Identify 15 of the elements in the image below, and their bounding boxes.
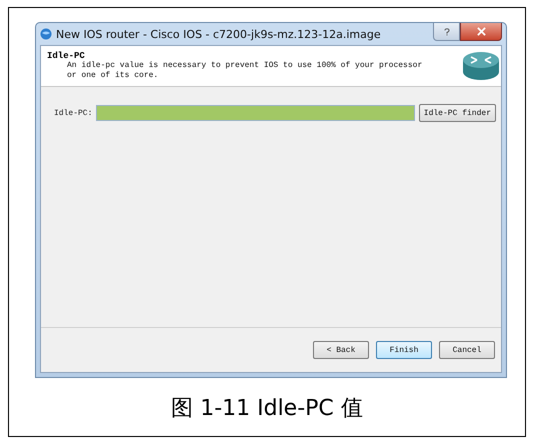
wizard-button[interactable]: < Back [313,341,369,359]
idle-pc-field[interactable] [96,105,415,121]
field-label: Idle-PC: [54,108,92,118]
help-button[interactable] [433,23,460,41]
help-icon [442,26,450,36]
wizard-button[interactable]: Cancel [439,341,495,359]
window-title: New IOS router - Cisco IOS - c7200-jk9s-mz.123-12a.image [56,28,382,40]
page-title: Idle-PC [47,51,86,61]
close-button[interactable] [460,23,502,41]
figure-caption: 图 1-11 Idle-PC 值 [171,395,363,423]
close-icon [476,27,486,36]
page-description: An idle-pc value is necessary to prevent IOS to use 100% of your processor or one of its core. [66,61,424,81]
finish-button[interactable]: Finish [376,341,432,359]
idle-pc-finder-button[interactable]: Idle-PC finder [418,104,496,122]
globe-icon [40,28,52,40]
